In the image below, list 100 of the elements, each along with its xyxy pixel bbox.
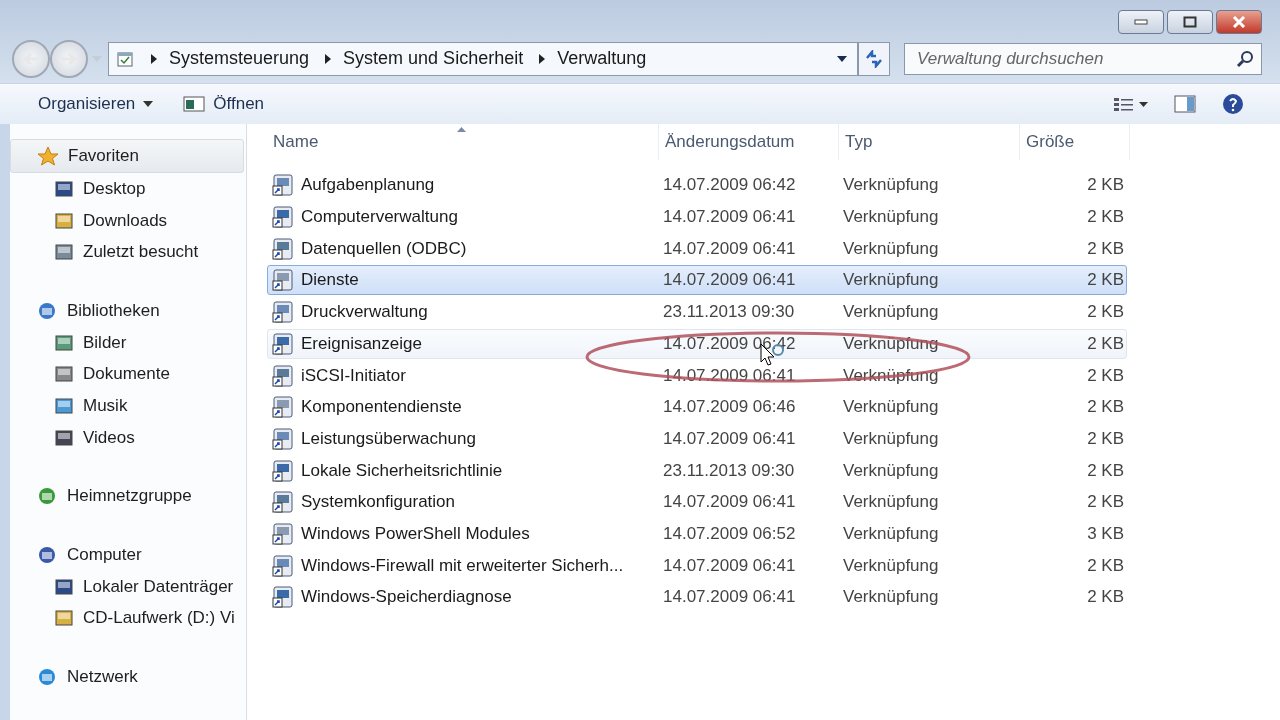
navigation-label: Musik [83, 396, 128, 417]
file-name: Aufgabenplanung [301, 175, 435, 196]
file-row[interactable]: Komponentendienste 14.07.2009 06:46 Verknüpfung 2 KB [267, 392, 1127, 423]
sort-caret-icon [457, 127, 466, 133]
open-button[interactable]: Öffnen [181, 90, 267, 119]
navigation-item[interactable]: Zuletzt besucht [10, 236, 246, 269]
navigation-icon [37, 146, 59, 167]
size-cell-text: 2 KB [1086, 270, 1124, 291]
chevron-right-icon[interactable] [325, 53, 332, 64]
navigation-icon [54, 332, 74, 353]
column-header[interactable]: Änderungsdatum [659, 124, 839, 161]
type-cell-text: Verknüpfung [843, 397, 940, 418]
minimize-button[interactable] [1118, 10, 1164, 34]
size-cell-text: 2 KB [1086, 492, 1124, 513]
navigation-item[interactable]: Favoriten [10, 139, 244, 174]
preview-pane-icon[interactable] [1174, 95, 1196, 114]
file-name: Dienste [301, 270, 359, 291]
breadcrumb-item[interactable]: Systemsteuerung [169, 48, 310, 70]
navigation-label: Dokumente [83, 364, 170, 385]
file-name: Windows-Firewall mit erweiterter Sicherh... [301, 555, 624, 576]
file-row[interactable]: Datenquellen (ODBC) 14.07.2009 06:41 Verknüpfung 2 KB [267, 233, 1127, 264]
size-cell-text: 2 KB [1086, 333, 1124, 354]
navigation-item[interactable]: Desktop [10, 173, 246, 205]
date-cell-text: 14.07.2009 06:52 [663, 523, 797, 544]
file-row[interactable]: Lokale Sicherheitsrichtlinie 23.11.2013 09:30 Verknüpfung 2 KB [267, 455, 1127, 486]
breadcrumb-item[interactable]: System und Sicherheit [343, 48, 524, 70]
minimize-icon [1134, 19, 1148, 25]
type-cell-text: Verknüpfung [843, 523, 940, 544]
navigation-label: Desktop [83, 178, 146, 199]
navigation-item[interactable]: Netzwerk [10, 661, 246, 693]
search-field[interactable]: Verwaltung durchsuchen [904, 42, 1262, 75]
navigation-label: CD-Laufwerk (D:) Vi [83, 608, 235, 629]
date-cell-text: 14.07.2009 06:42 [663, 175, 797, 196]
date-cell-text: 14.07.2009 06:41 [663, 587, 797, 608]
file-row[interactable]: Windows-Speicherdiagnose 14.07.2009 06:41 Verknüpfung 2 KB [267, 582, 1127, 613]
navigation-icon [54, 427, 74, 448]
navigation-icon [36, 300, 58, 321]
file-row[interactable]: Aufgabenplanung 14.07.2009 06:42 Verknüpfung 2 KB [267, 170, 1127, 201]
date-cell-text: 14.07.2009 06:46 [663, 397, 797, 418]
navigation-item[interactable]: Videos [10, 421, 246, 454]
shortcut-icon [271, 300, 295, 325]
dropdown-caret-icon[interactable] [837, 55, 847, 62]
help-icon[interactable] [1222, 93, 1244, 116]
navigation-icon [36, 486, 58, 507]
navigation-item[interactable]: Bibliotheken [10, 295, 246, 327]
navigation-item[interactable]: Lokaler Datenträger [10, 570, 246, 603]
navigation-item[interactable]: Heimnetzgruppe [10, 480, 246, 513]
file-row[interactable]: Dienste 14.07.2009 06:41 Verknüpfung 2 KB [267, 265, 1127, 296]
size-cell-text: 3 KB [1086, 523, 1124, 544]
navigation-icon [54, 576, 74, 597]
navigation-label: Computer [67, 545, 142, 566]
organize-menu-button[interactable]: Organisieren [36, 90, 156, 119]
shortcut-icon [271, 236, 295, 261]
file-row[interactable]: Computerverwaltung 14.07.2009 06:41 Verknüpfung 2 KB [267, 202, 1127, 233]
navigation-item[interactable]: Dokumente [10, 358, 246, 391]
file-row[interactable]: Windows-Firewall mit erweiterter Sicherh... 14.07.2009 06:41 Verknüpfung 2 KB [267, 550, 1127, 581]
close-button[interactable] [1216, 10, 1262, 34]
navigation-item[interactable]: Bilder [10, 326, 246, 359]
caret-down-icon [143, 101, 154, 108]
shortcut-icon [271, 205, 295, 230]
navigation-item[interactable]: Downloads [10, 204, 246, 237]
navigation-label: Zuletzt besucht [83, 242, 199, 263]
navigation-icon [54, 178, 74, 199]
shortcut-icon [271, 585, 295, 610]
breadcrumb-item[interactable]: Verwaltung [557, 48, 647, 70]
chevron-right-icon[interactable] [151, 53, 157, 64]
shortcut-icon [271, 395, 295, 420]
column-header[interactable]: Typ [839, 124, 1020, 161]
refresh-button[interactable] [858, 41, 890, 76]
maximize-button[interactable] [1167, 10, 1213, 34]
column-header[interactable]: Größe [1020, 124, 1130, 161]
file-row[interactable]: Leistungsüberwachung 14.07.2009 06:41 Verknüpfung 2 KB [267, 423, 1127, 454]
date-cell-text: 14.07.2009 06:41 [663, 270, 797, 291]
shortcut-icon [271, 490, 295, 515]
file-name: Computerverwaltung [301, 207, 458, 228]
size-cell-text: 2 KB [1086, 207, 1124, 228]
navigation-icon [54, 396, 74, 417]
navigation-icon [54, 210, 74, 231]
navigation-icon [54, 364, 74, 385]
navigation-label: Bibliotheken [67, 300, 160, 321]
size-cell-text: 2 KB [1086, 555, 1124, 576]
view-options-icon[interactable] [1114, 97, 1148, 112]
navigation-label: Favoriten [68, 146, 139, 167]
navigation-icon [54, 242, 74, 263]
type-cell-text: Verknüpfung [843, 555, 940, 576]
file-row[interactable]: Windows PowerShell Modules 14.07.2009 06:52 Verknüpfung 3 KB [267, 518, 1127, 549]
file-row[interactable]: Systemkonfiguration 14.07.2009 06:41 Verknüpfung 2 KB [267, 487, 1127, 518]
navigation-label: Downloads [83, 210, 168, 231]
file-name: Windows PowerShell Modules [301, 523, 530, 544]
navigation-item[interactable]: CD-Laufwerk (D:) Vi [10, 602, 246, 635]
navigation-label: Bilder [83, 332, 127, 353]
shortcut-icon [271, 553, 295, 578]
navigation-item[interactable]: Musik [10, 390, 246, 422]
chevron-right-icon[interactable] [539, 53, 546, 64]
navigation-item[interactable]: Computer [10, 539, 246, 571]
address-bar[interactable]: Systemsteuerung System und Sicherheit Verwaltung [108, 41, 858, 76]
shortcut-icon [271, 363, 295, 388]
file-row[interactable]: Druckverwaltung 23.11.2013 09:30 Verknüpfung 2 KB [267, 297, 1127, 328]
size-cell-text: 2 KB [1086, 397, 1124, 418]
search-icon [1236, 49, 1254, 68]
